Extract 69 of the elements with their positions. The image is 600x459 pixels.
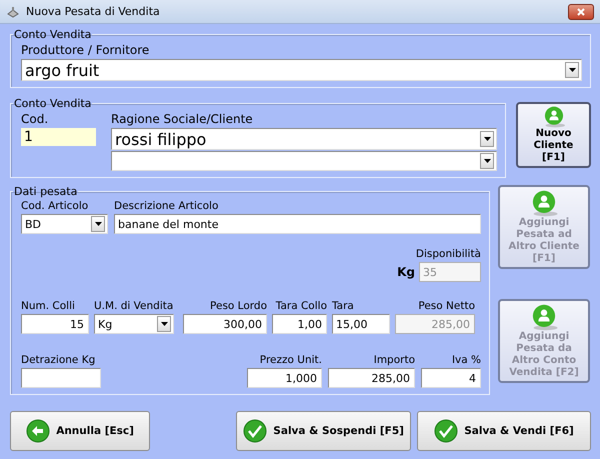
input-field[interactable] <box>21 368 101 388</box>
group-legend: Conto Vendita <box>13 97 92 110</box>
caret-icon <box>568 68 576 72</box>
field-label: U.M. di Vendita <box>94 300 174 312</box>
dropdown-button[interactable] <box>91 216 105 232</box>
input-field[interactable]: 4 <box>421 368 481 388</box>
close-icon <box>576 6 586 16</box>
combo-value: rossi filippo <box>115 130 208 148</box>
field-label: Descrizione Articolo <box>114 200 220 212</box>
dropdown-button[interactable] <box>480 153 494 169</box>
dropdown-button[interactable] <box>157 316 171 332</box>
caret-icon <box>484 137 490 141</box>
input-field[interactable]: 300,00 <box>183 314 267 334</box>
field-value: 35 <box>423 266 437 278</box>
field-value: 300,00 <box>224 318 262 330</box>
check-icon <box>243 419 268 443</box>
combo-value: BD <box>25 218 42 230</box>
field-value: 1 <box>24 129 33 145</box>
caret-icon <box>94 222 102 226</box>
group-legend: Conto Vendita <box>13 28 92 41</box>
article-code-combo[interactable]: BD <box>21 214 108 234</box>
check-icon <box>434 419 458 443</box>
field-value: 285,00 <box>432 318 470 330</box>
close-button[interactable] <box>568 4 594 20</box>
client-combo[interactable]: rossi filippo <box>111 128 497 150</box>
field-label: Cod. Articolo <box>21 200 90 212</box>
field-label: Cod. <box>21 112 50 126</box>
field-value: 285,00 <box>372 372 410 384</box>
field-value: 4 <box>469 372 476 384</box>
input-field[interactable]: 15,00 <box>332 314 390 334</box>
input-field[interactable]: 285,00 <box>328 368 415 388</box>
action-button[interactable]: Salva & Vendi [F6] <box>417 411 591 451</box>
dropdown-button[interactable] <box>480 131 494 147</box>
input-field[interactable]: 1,000 <box>247 368 322 388</box>
field-label: Detrazione Kg <box>21 354 96 366</box>
unit-label: Kg <box>397 265 415 279</box>
supplier-combo[interactable]: argo fruit <box>21 59 582 81</box>
field-value: 1,000 <box>286 372 317 384</box>
group-legend: Dati pesata <box>13 185 78 198</box>
field-label: Tara <box>332 300 355 312</box>
field-label: Peso Netto <box>417 300 475 312</box>
combo-value: Kg <box>98 318 114 330</box>
field-value: 1,00 <box>298 318 322 330</box>
dropdown-button[interactable] <box>565 62 579 78</box>
field-label: Ragione Sociale/Cliente <box>111 112 254 126</box>
field-label: Prezzo Unit. <box>258 354 322 366</box>
field-label: Importo <box>372 354 415 366</box>
input-field[interactable]: 1,00 <box>272 314 327 334</box>
field-label: Produttore / Fornitore <box>21 43 150 57</box>
field-value: banane del monte <box>118 218 218 230</box>
caret-icon <box>160 322 168 326</box>
field-label: Peso Lordo <box>209 300 267 312</box>
action-button[interactable]: Salva & Sospendi [F5] <box>236 411 412 451</box>
field-label: Disponibilità <box>414 248 481 260</box>
field-label: Num. Colli <box>21 300 76 312</box>
action-button[interactable]: Annulla [Esc] <box>10 411 150 451</box>
description-field[interactable]: banane del monte <box>114 214 481 234</box>
field-value: 15 <box>70 318 84 330</box>
new-client-button[interactable]: Nuovo Cliente [F1] <box>516 102 591 168</box>
unit-combo[interactable]: Kg <box>94 314 174 334</box>
caret-icon <box>484 159 490 163</box>
input-field[interactable]: 15 <box>21 314 89 334</box>
field-label: Iva % <box>450 354 481 366</box>
field-value: 15,00 <box>336 318 368 330</box>
code-field[interactable]: 1 <box>21 128 96 146</box>
combo-value: argo fruit <box>25 60 100 80</box>
window-title: Nuova Pesata di Vendita <box>26 5 161 18</box>
field-label: Tara Collo <box>274 300 327 312</box>
scale-icon <box>6 4 20 18</box>
